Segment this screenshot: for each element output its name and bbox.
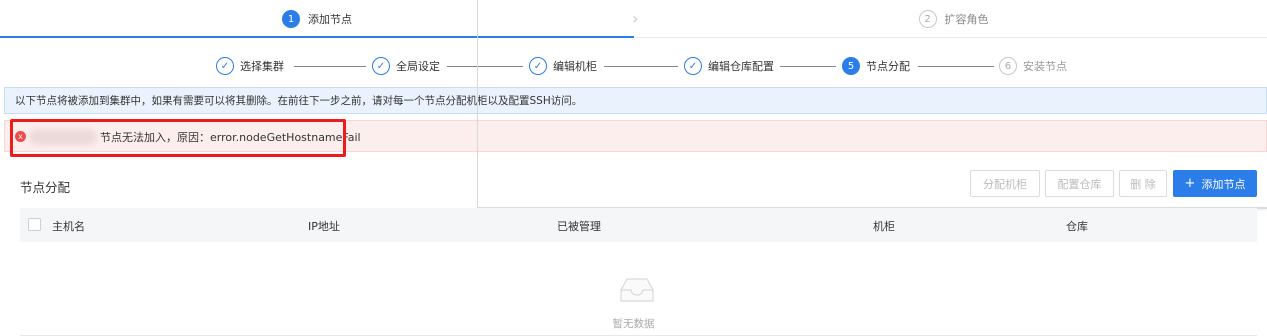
empty-state-text: 暂无数据: [612, 318, 655, 330]
sub-step-node-assign[interactable]: 5 节点分配: [842, 56, 910, 76]
step-connector: [780, 66, 836, 67]
check-icon: ✓: [372, 57, 390, 75]
column-header-repo: 仓库: [1066, 220, 1088, 233]
active-step-indicator: [0, 36, 634, 38]
sub-step-label: 编辑仓库配置: [708, 60, 774, 73]
sub-step-label: 安装节点: [1023, 60, 1067, 73]
step-connector: [447, 66, 523, 67]
check-icon: ✓: [216, 57, 234, 75]
main-step-label: 添加节点: [308, 13, 352, 26]
delete-button[interactable]: 删 除: [1119, 170, 1167, 197]
column-header-ip: IP地址: [308, 220, 340, 233]
sub-step-label: 选择集群: [240, 60, 284, 73]
panel-edge: [477, 0, 478, 207]
sub-step-install-node[interactable]: 6 安装节点: [999, 56, 1067, 76]
empty-inbox-icon: [620, 278, 654, 302]
column-header-hostname: 主机名: [52, 220, 85, 233]
sub-step-global-settings[interactable]: ✓ 全局设定: [372, 56, 440, 76]
step-number-2: 2: [918, 10, 937, 28]
config-repo-button[interactable]: 配置仓库: [1045, 170, 1114, 197]
column-header-rack: 机柜: [873, 220, 895, 233]
main-step-expand-role[interactable]: 2 扩容角色: [640, 0, 1267, 38]
main-step-label: 扩容角色: [944, 13, 989, 26]
step-connector: [918, 66, 994, 67]
sub-step-edit-repo[interactable]: ✓ 编辑仓库配置: [684, 56, 774, 76]
sub-step-edit-rack[interactable]: ✓ 编辑机柜: [529, 56, 597, 76]
sub-step-label: 节点分配: [866, 60, 910, 73]
plus-icon: +: [1184, 176, 1196, 191]
select-all-checkbox[interactable]: [28, 218, 41, 231]
highlight-box: [10, 119, 346, 157]
section-title: 节点分配: [20, 180, 71, 195]
step-number-5: 5: [842, 57, 860, 75]
main-step-add-node[interactable]: 1 添加节点: [0, 0, 634, 38]
check-icon: ✓: [684, 57, 702, 75]
check-icon: ✓: [529, 57, 547, 75]
add-node-label: 添加节点: [1201, 177, 1246, 191]
sub-steps: ✓ 选择集群 ✓ 全局设定 ✓ 编辑机柜 ✓ 编辑仓库配置 5 节点分配 6 安…: [0, 46, 1267, 86]
sub-step-select-cluster[interactable]: ✓ 选择集群: [216, 56, 284, 76]
column-header-managed: 已被管理: [557, 220, 601, 233]
step-connector: [604, 66, 678, 67]
sub-step-label: 全局设定: [396, 60, 440, 73]
step-number-1: 1: [282, 10, 300, 28]
info-text: 以下节点将被添加到集群中，如果有需要可以将其删除。在前往下一步之前，请对每一个节…: [15, 95, 583, 107]
assign-rack-button[interactable]: 分配机柜: [970, 170, 1040, 197]
main-steps: 1 添加节点 › 2 扩容角色: [0, 0, 1267, 38]
step-number-6: 6: [999, 57, 1017, 75]
sub-step-label: 编辑机柜: [553, 60, 597, 73]
table-header: 主机名 IP地址 已被管理 机柜 仓库: [20, 208, 1257, 242]
add-node-button[interactable]: + 添加节点: [1173, 170, 1257, 197]
info-banner: 以下节点将被添加到集群中，如果有需要可以将其删除。在前往下一步之前，请对每一个节…: [4, 87, 1267, 114]
chevron-right-icon: ›: [632, 9, 639, 28]
step-connector: [294, 66, 366, 67]
